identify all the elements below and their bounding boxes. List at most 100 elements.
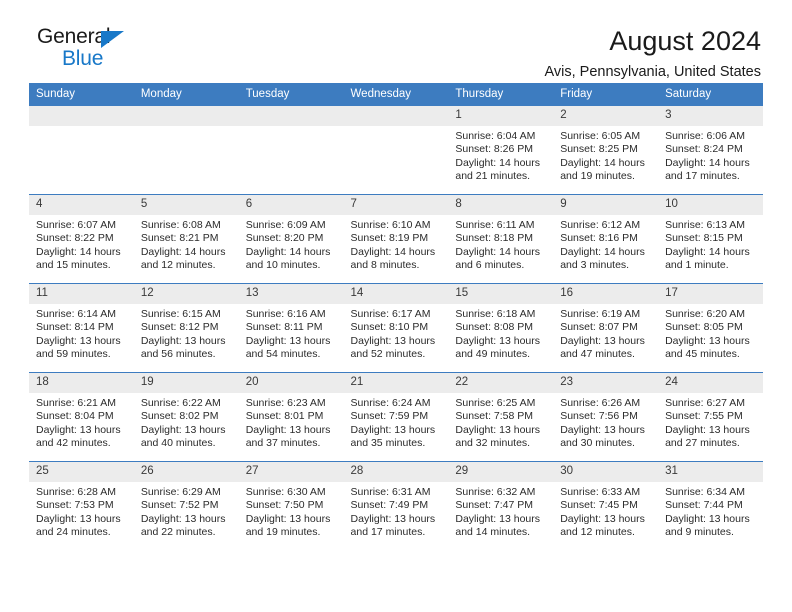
calendar-day-cell[interactable]: 8 Sunrise: 6:11 AM Sunset: 8:18 PM Daylight… <box>448 194 554 284</box>
day-details: Sunrise: 6:13 AM Sunset: 8:15 PM Daylight:… <box>658 215 763 273</box>
generalblue-logo[interactable]: General Blue <box>29 26 149 72</box>
calendar-day-cell[interactable]: 1 Sunrise: 6:04 AM Sunset: 8:26 PM Daylight… <box>448 105 554 195</box>
calendar-day-cell[interactable]: 3 Sunrise: 6:06 AM Sunset: 8:24 PM Daylight… <box>658 105 763 195</box>
weekday-header-thursday: Thursday <box>448 83 554 106</box>
sunset-text: Sunset: 8:12 PM <box>140 321 219 334</box>
daylight-text: and 19 minutes. <box>560 170 635 183</box>
calendar-day-cell[interactable]: 26 Sunrise: 6:29 AM Sunset: 7:52 PM Dayligh… <box>133 461 239 550</box>
calendar-day-cell[interactable]: 24 Sunrise: 6:27 AM Sunset: 7:55 PM Dayligh… <box>658 372 763 462</box>
calendar-day-cell[interactable]: 30 Sunrise: 6:33 AM Sunset: 7:45 PM Dayligh… <box>553 461 659 550</box>
daylight-text: Daylight: 14 hours <box>36 245 121 258</box>
day-details: Sunrise: 6:16 AM Sunset: 8:11 PM Daylight:… <box>239 304 344 362</box>
calendar-day-cell[interactable]: 16 Sunrise: 6:19 AM Sunset: 8:07 PM Dayligh… <box>553 283 659 373</box>
sunrise-text: Sunrise: 6:07 AM <box>36 219 116 231</box>
daylight-text: and 49 minutes. <box>455 348 531 361</box>
daylight-text: and 52 minutes. <box>350 348 426 361</box>
daylight-text: and 22 minutes. <box>140 526 216 539</box>
calendar-day-cell[interactable]: 11 Sunrise: 6:14 AM Sunset: 8:14 PM Dayligh… <box>29 283 134 373</box>
calendar-day-cell[interactable]: 18 Sunrise: 6:21 AM Sunset: 8:04 PM Dayligh… <box>29 372 134 462</box>
calendar-day-cell[interactable]: 15 Sunrise: 6:18 AM Sunset: 8:08 PM Dayligh… <box>448 283 554 373</box>
calendar-day-cell[interactable]: 29 Sunrise: 6:32 AM Sunset: 7:47 PM Dayligh… <box>448 461 554 550</box>
daylight-text: Daylight: 13 hours <box>245 512 331 525</box>
daylight-text: Daylight: 13 hours <box>560 423 645 436</box>
daylight-text: Daylight: 13 hours <box>36 423 121 436</box>
day-number: 22 <box>448 373 554 393</box>
day-number: 8 <box>448 195 554 215</box>
weekday-header-friday: Friday <box>553 83 659 106</box>
day-number: 18 <box>29 373 134 393</box>
day-number: 10 <box>658 195 763 215</box>
day-details: Sunrise: 6:34 AM Sunset: 7:44 PM Daylight:… <box>658 482 763 540</box>
daylight-text: Daylight: 13 hours <box>36 334 121 347</box>
weekday-header-monday: Monday <box>133 83 239 106</box>
calendar-day-cell[interactable]: 25 Sunrise: 6:28 AM Sunset: 7:53 PM Dayligh… <box>29 461 134 550</box>
daylight-text: Daylight: 13 hours <box>350 512 436 525</box>
sunset-text: Sunset: 8:18 PM <box>455 232 534 245</box>
calendar-day-cell[interactable]: 4 Sunrise: 6:07 AM Sunset: 8:22 PM Daylight… <box>29 194 134 284</box>
daylight-text: Daylight: 13 hours <box>36 512 121 525</box>
calendar-day-cell[interactable]: 12 Sunrise: 6:15 AM Sunset: 8:12 PM Dayligh… <box>133 283 239 373</box>
daylight-text: and 14 minutes. <box>455 526 531 539</box>
sunset-text: Sunset: 7:55 PM <box>665 410 743 423</box>
daylight-text: and 21 minutes. <box>455 170 531 183</box>
calendar-day-cell[interactable]: 22 Sunrise: 6:25 AM Sunset: 7:58 PM Dayligh… <box>448 372 554 462</box>
calendar-page: General Blue August 2024 Avis, Pennsylva… <box>0 0 792 612</box>
sunset-text: Sunset: 7:44 PM <box>665 499 743 512</box>
day-details: Sunrise: 6:04 AM Sunset: 8:26 PM Daylight:… <box>448 126 553 184</box>
calendar-day-cell[interactable]: 27 Sunrise: 6:30 AM Sunset: 7:50 PM Dayligh… <box>238 461 344 550</box>
day-number: 13 <box>238 284 344 304</box>
daylight-text: and 3 minutes. <box>560 259 630 272</box>
sunrise-text: Sunrise: 6:20 AM <box>665 308 746 320</box>
daylight-text: Daylight: 13 hours <box>245 334 331 347</box>
sunrise-text: Sunrise: 6:27 AM <box>665 397 746 409</box>
day-number: 19 <box>133 373 239 393</box>
calendar-day-cell[interactable]: 9 Sunrise: 6:12 AM Sunset: 8:16 PM Daylight… <box>553 194 659 284</box>
day-number: 20 <box>238 373 344 393</box>
calendar-day-cell[interactable]: 2 Sunrise: 6:05 AM Sunset: 8:25 PM Daylight… <box>553 105 659 195</box>
daylight-text: and 1 minute. <box>665 259 729 272</box>
calendar-day-cell[interactable]: 20 Sunrise: 6:23 AM Sunset: 8:01 PM Dayligh… <box>238 372 344 462</box>
day-number: 29 <box>448 462 554 482</box>
day-number: 6 <box>238 195 344 215</box>
calendar-day-cell[interactable]: 19 Sunrise: 6:22 AM Sunset: 8:02 PM Dayligh… <box>133 372 239 462</box>
calendar-day-cell[interactable]: 5 Sunrise: 6:08 AM Sunset: 8:21 PM Daylight… <box>133 194 239 284</box>
daylight-text: Daylight: 13 hours <box>140 334 226 347</box>
day-details <box>29 126 134 130</box>
sunrise-text: Sunrise: 6:32 AM <box>455 486 536 498</box>
daylight-text: Daylight: 14 hours <box>455 245 541 258</box>
calendar-day-cell-empty <box>343 105 449 195</box>
day-details: Sunrise: 6:20 AM Sunset: 8:05 PM Daylight:… <box>658 304 763 362</box>
calendar-day-cell[interactable]: 13 Sunrise: 6:16 AM Sunset: 8:11 PM Dayligh… <box>238 283 344 373</box>
calendar-day-cell-empty <box>238 105 344 195</box>
sunset-text: Sunset: 8:10 PM <box>350 321 429 334</box>
day-details: Sunrise: 6:19 AM Sunset: 8:07 PM Daylight:… <box>553 304 658 362</box>
calendar-day-cell[interactable]: 23 Sunrise: 6:26 AM Sunset: 7:56 PM Dayligh… <box>553 372 659 462</box>
sunrise-text: Sunrise: 6:33 AM <box>560 486 641 498</box>
calendar-day-cell[interactable]: 28 Sunrise: 6:31 AM Sunset: 7:49 PM Dayligh… <box>343 461 449 550</box>
calendar-day-cell[interactable]: 10 Sunrise: 6:13 AM Sunset: 8:15 PM Dayligh… <box>658 194 763 284</box>
calendar-day-cell[interactable]: 17 Sunrise: 6:20 AM Sunset: 8:05 PM Dayligh… <box>658 283 763 373</box>
sunrise-text: Sunrise: 6:25 AM <box>455 397 536 409</box>
day-number <box>238 106 344 126</box>
daylight-text: and 10 minutes. <box>245 259 321 272</box>
sunset-text: Sunset: 8:16 PM <box>560 232 638 245</box>
calendar-day-cell[interactable]: 7 Sunrise: 6:10 AM Sunset: 8:19 PM Daylight… <box>343 194 449 284</box>
sunrise-text: Sunrise: 6:15 AM <box>140 308 221 320</box>
calendar-day-cell[interactable]: 14 Sunrise: 6:17 AM Sunset: 8:10 PM Dayligh… <box>343 283 449 373</box>
sunrise-text: Sunrise: 6:22 AM <box>140 397 221 409</box>
logo-text-general: General <box>37 25 111 48</box>
day-number: 31 <box>658 462 763 482</box>
daylight-text: and 30 minutes. <box>560 437 635 450</box>
sunrise-text: Sunrise: 6:09 AM <box>245 219 326 231</box>
day-number: 15 <box>448 284 554 304</box>
day-details: Sunrise: 6:07 AM Sunset: 8:22 PM Daylight:… <box>29 215 134 273</box>
day-number <box>343 106 449 126</box>
calendar-day-cell[interactable]: 21 Sunrise: 6:24 AM Sunset: 7:59 PM Dayligh… <box>343 372 449 462</box>
sunset-text: Sunset: 8:05 PM <box>665 321 743 334</box>
calendar-day-cell[interactable]: 6 Sunrise: 6:09 AM Sunset: 8:20 PM Daylight… <box>238 194 344 284</box>
calendar-day-cell[interactable]: 31 Sunrise: 6:34 AM Sunset: 7:44 PM Dayligh… <box>658 461 763 550</box>
daylight-text: and 17 minutes. <box>350 526 426 539</box>
weekday-header-sunday: Sunday <box>29 83 134 106</box>
day-number: 5 <box>133 195 239 215</box>
daylight-text: and 24 minutes. <box>36 526 111 539</box>
